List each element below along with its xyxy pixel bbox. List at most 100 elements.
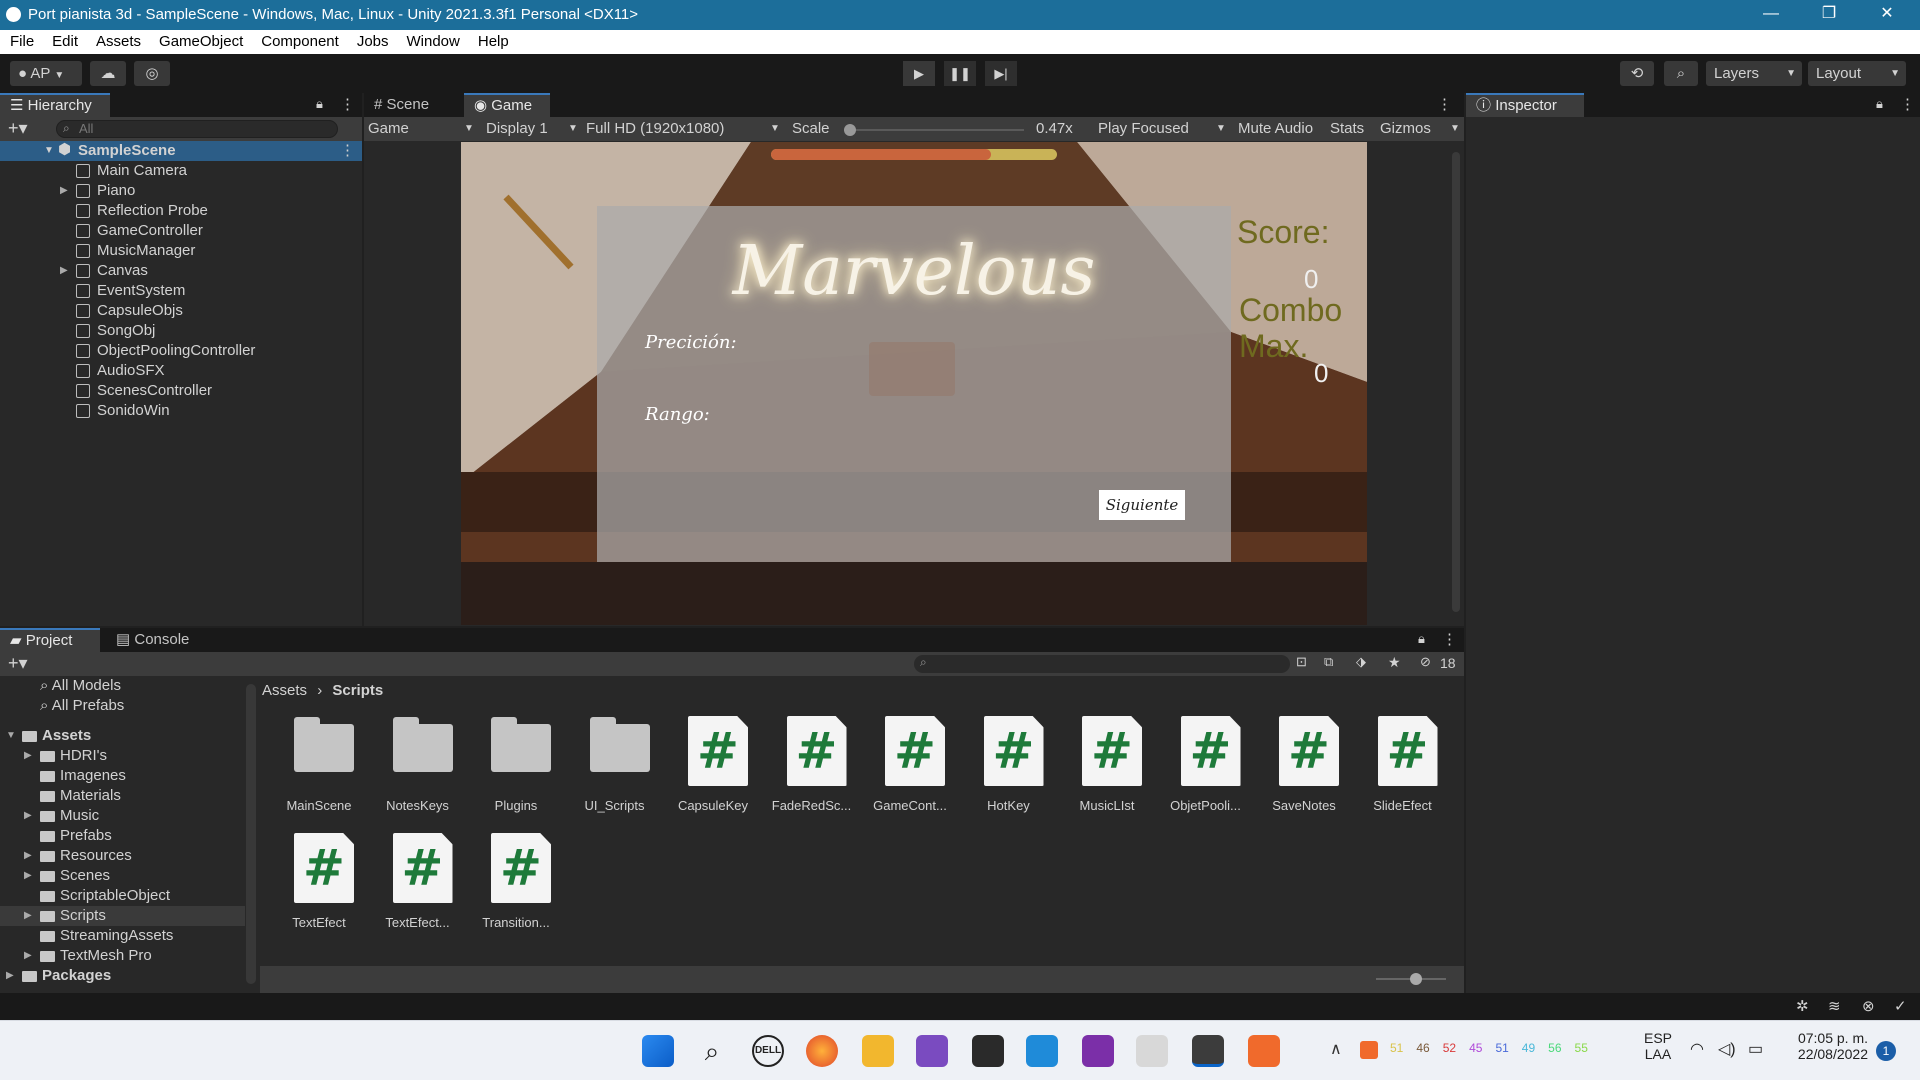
clock[interactable]: 07:05 p. m. 22/08/2022	[1784, 1030, 1868, 1062]
history-icon[interactable]: ⟲	[1620, 61, 1654, 86]
step-button[interactable]: ▶|	[985, 61, 1017, 86]
language-indicator[interactable]: ESP LAA	[1640, 1030, 1676, 1062]
project-folder[interactable]: ScriptableObject	[0, 886, 245, 906]
expand-arrow-icon[interactable]: ▼	[44, 141, 54, 161]
windows-start-icon[interactable]	[642, 1035, 674, 1067]
check-icon[interactable]: ✓	[1894, 997, 1907, 1015]
hierarchy-item[interactable]: MusicManager	[0, 241, 362, 261]
project-folder[interactable]: StreamingAssets	[0, 926, 245, 946]
lock-icon[interactable]: 🔒︎	[1418, 631, 1425, 647]
folder-asset[interactable]: MainScene	[270, 714, 368, 824]
expand-arrow-icon[interactable]: ▶	[24, 806, 32, 826]
restore-button[interactable]: ❐	[1806, 0, 1852, 30]
minimize-button[interactable]: —	[1748, 0, 1794, 30]
script-asset[interactable]: # ObjetPooli...	[1157, 714, 1255, 824]
search-icon[interactable]: ⌕	[1664, 61, 1698, 86]
dell-icon[interactable]: DELL	[752, 1035, 784, 1067]
expand-arrow-icon[interactable]: ▶	[60, 261, 68, 281]
script-asset[interactable]: # Transition...	[467, 831, 565, 941]
hierarchy-item[interactable]: ▶ Piano	[0, 181, 362, 201]
menu-assets[interactable]: Assets	[87, 30, 150, 54]
assets-root[interactable]: ▼ Assets	[0, 726, 245, 746]
webstorm-icon[interactable]	[1026, 1035, 1058, 1067]
layout-dropdown[interactable]: Layout ▼	[1808, 61, 1906, 86]
next-button[interactable]: Siguiente	[1099, 490, 1185, 520]
breadcrumb-assets[interactable]: Assets	[262, 682, 307, 699]
hierarchy-item[interactable]: AudioSFX	[0, 361, 362, 381]
project-folder[interactable]: Prefabs	[0, 826, 245, 846]
more-icon[interactable]: ⋮	[1442, 630, 1457, 648]
xampp-icon[interactable]	[1248, 1035, 1280, 1067]
chevron-up-icon[interactable]: ∧	[1330, 1039, 1342, 1059]
script-asset[interactable]: # FadeRedSc...	[763, 714, 861, 824]
label-icon[interactable]: ⬗	[1356, 654, 1366, 670]
hierarchy-search-input[interactable]: ⌕ All	[56, 120, 338, 138]
menu-edit[interactable]: Edit	[43, 30, 87, 54]
file-explorer-icon[interactable]	[862, 1035, 894, 1067]
pause-button[interactable]: ❚❚	[944, 61, 976, 86]
project-folder[interactable]: ▶ Scenes	[0, 866, 245, 886]
favorite-item[interactable]: ⌕ All Prefabs	[0, 696, 245, 716]
project-folder[interactable]: Materials	[0, 786, 245, 806]
scale-slider-handle[interactable]	[844, 124, 856, 136]
menu-gameobject[interactable]: GameObject	[150, 30, 252, 54]
hierarchy-item[interactable]: GameController	[0, 221, 362, 241]
script-asset[interactable]: # GameCont...	[861, 714, 959, 824]
script-asset[interactable]: # TextEfect...	[369, 831, 467, 941]
volume-icon[interactable]: ◁)	[1718, 1039, 1736, 1059]
tray-monitor-value[interactable]: 55	[1575, 1041, 1588, 1059]
menu-jobs[interactable]: Jobs	[348, 30, 398, 54]
favorite-star-icon[interactable]: ★	[1388, 654, 1401, 671]
expand-arrow-icon[interactable]: ▶	[24, 866, 32, 886]
unity-editor-icon[interactable]	[1192, 1035, 1224, 1067]
menu-file[interactable]: File	[1, 30, 43, 54]
tray-monitor-value[interactable]: 45	[1469, 1041, 1482, 1059]
search-icon[interactable]: ⌕	[696, 1035, 728, 1067]
scale-slider-track[interactable]	[844, 129, 1024, 131]
script-asset[interactable]: # HotKey	[960, 714, 1058, 824]
menu-window[interactable]: Window	[398, 30, 469, 54]
favorite-item[interactable]: ⌕ All Models	[0, 676, 245, 696]
more-icon[interactable]: ⋮	[340, 95, 355, 113]
hierarchy-item[interactable]: Main Camera	[0, 161, 362, 181]
hierarchy-item[interactable]: Reflection Probe	[0, 201, 362, 221]
hierarchy-item[interactable]: SongObj	[0, 321, 362, 341]
account-dropdown[interactable]: ● AP ▼	[10, 61, 82, 86]
menu-help[interactable]: Help	[469, 30, 518, 54]
layers-dropdown[interactable]: Layers ▼	[1706, 61, 1802, 86]
scene-root[interactable]: ▼ ⬢ SampleScene ⋮	[0, 141, 362, 161]
more-icon[interactable]: ⋮	[1437, 95, 1452, 113]
project-folder[interactable]: ▶ HDRI's	[0, 746, 245, 766]
tray-monitor-value[interactable]: 51	[1495, 1041, 1508, 1059]
notification-badge[interactable]: 1	[1876, 1041, 1896, 1061]
add-icon[interactable]: +▾	[8, 118, 28, 139]
tray-monitor-value[interactable]: 49	[1522, 1041, 1535, 1059]
wifi-icon[interactable]: ◠	[1690, 1039, 1704, 1059]
terminal-icon[interactable]	[972, 1035, 1004, 1067]
tab-hierarchy[interactable]: ☰ Hierarchy	[0, 93, 110, 117]
project-folder[interactable]: ▶ Scripts	[0, 906, 245, 926]
expand-arrow-icon[interactable]: ▶	[24, 746, 32, 766]
hierarchy-item[interactable]: EventSystem	[0, 281, 362, 301]
folder-asset[interactable]: UI_Scripts	[566, 714, 664, 824]
project-folder[interactable]: Imagenes	[0, 766, 245, 786]
gizmos-dropdown[interactable]: Gizmos ▼	[1380, 117, 1460, 141]
packages-root[interactable]: ▶ Packages	[0, 966, 245, 986]
hierarchy-item[interactable]: ObjectPoolingController	[0, 341, 362, 361]
folder-asset[interactable]: Plugins	[467, 714, 565, 824]
tray-monitor-value[interactable]: 56	[1548, 1041, 1561, 1059]
stack-icon[interactable]: ≋	[1828, 997, 1841, 1015]
folder-asset[interactable]: NotesKeys	[369, 714, 467, 824]
script-asset[interactable]: # CapsuleKey	[664, 714, 762, 824]
script-asset[interactable]: # SaveNotes	[1255, 714, 1353, 824]
expand-arrow-icon[interactable]: ▶	[24, 846, 32, 866]
expand-arrow-icon[interactable]: ▶	[24, 946, 32, 966]
tab-scene[interactable]: # Scene	[364, 93, 460, 117]
visual-studio-icon[interactable]	[916, 1035, 948, 1067]
hierarchy-item[interactable]: ScenesController	[0, 381, 362, 401]
breadcrumb-scripts[interactable]: Scripts	[332, 682, 383, 699]
search-by-type-icon[interactable]: ⊡	[1296, 654, 1307, 670]
script-asset[interactable]: # MusicLIst	[1058, 714, 1156, 824]
project-folder[interactable]: ▶ Resources	[0, 846, 245, 866]
hierarchy-item[interactable]: ▶ Canvas	[0, 261, 362, 281]
